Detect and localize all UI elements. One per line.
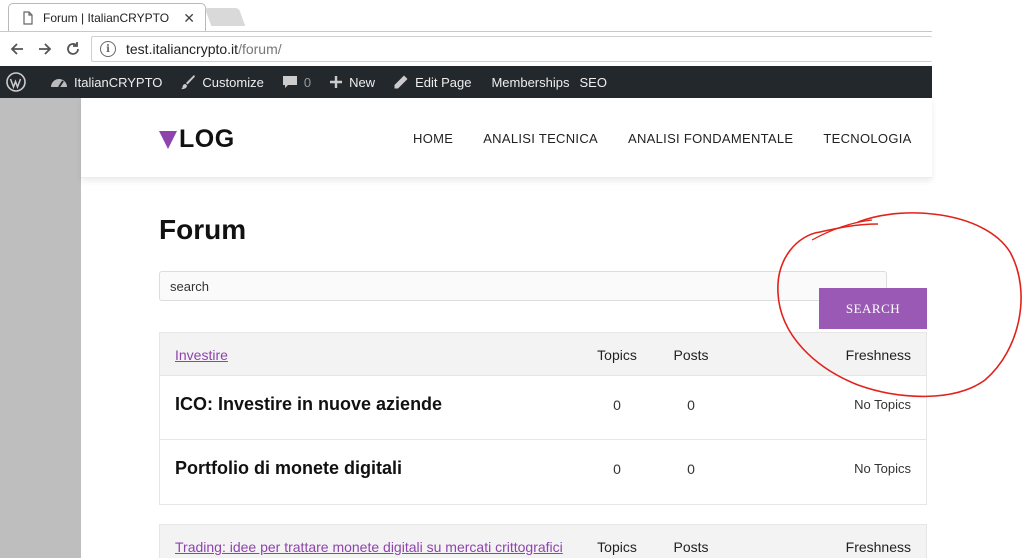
logo-text: LOG bbox=[179, 125, 235, 153]
admin-site-link[interactable]: ItalianCRYPTO bbox=[42, 66, 170, 98]
forum-row: ICO: Investire in nuove aziende 0 0 No T… bbox=[160, 376, 926, 440]
menu-item-home[interactable]: HOME bbox=[413, 131, 453, 146]
admin-site-name: ItalianCRYPTO bbox=[74, 74, 163, 90]
admin-comments-link[interactable]: 0 bbox=[274, 66, 319, 98]
menu-item-analisi-tecnica[interactable]: ANALISI TECNICA bbox=[483, 131, 598, 146]
forum-category-header: Investire Topics Posts Freshness bbox=[160, 333, 926, 376]
forum-posts-count: 0 bbox=[687, 461, 695, 477]
url-bar[interactable]: i test.italiancrypto.it/forum/ bbox=[91, 36, 932, 62]
page-gutter bbox=[0, 98, 81, 558]
logo-triangle-icon bbox=[159, 130, 177, 149]
admin-customize-link[interactable]: Customize bbox=[172, 66, 271, 98]
forum-category-link[interactable]: Investire bbox=[175, 347, 228, 363]
column-header-freshness: Freshness bbox=[845, 347, 911, 363]
admin-edit-page-link[interactable]: Edit Page bbox=[385, 66, 479, 98]
site-header: LOG HOME ANALISI TECNICA ANALISI FONDAME… bbox=[81, 98, 932, 178]
address-toolbar: i test.italiancrypto.it/forum/ bbox=[0, 32, 932, 66]
forum-topics-count: 0 bbox=[613, 461, 621, 477]
forum-category-table: Investire Topics Posts Freshness ICO: In… bbox=[159, 332, 927, 505]
column-header-posts: Posts bbox=[673, 347, 709, 363]
forum-freshness: No Topics bbox=[854, 461, 911, 476]
forum-category-header: Trading: idee per trattare monete digita… bbox=[160, 525, 926, 558]
wordpress-logo-icon[interactable] bbox=[0, 66, 42, 98]
search-button[interactable]: SEARCH bbox=[819, 288, 927, 329]
forum-posts-count: 0 bbox=[687, 397, 695, 413]
forum-title-link[interactable]: ICO: Investire in nuove aziende bbox=[175, 394, 442, 415]
admin-new-label: New bbox=[349, 74, 376, 90]
page-icon bbox=[21, 11, 35, 25]
tab-title: Forum | ItalianCRYPTO bbox=[43, 11, 170, 25]
forum-topics-count: 0 bbox=[613, 397, 621, 413]
admin-customize-label: Customize bbox=[202, 74, 264, 90]
back-icon[interactable] bbox=[6, 38, 28, 60]
forum-title-link[interactable]: Portfolio di monete digitali bbox=[175, 458, 402, 479]
forum-category-link[interactable]: Trading: idee per trattare monete digita… bbox=[175, 539, 563, 555]
column-header-freshness: Freshness bbox=[845, 539, 911, 555]
column-header-posts: Posts bbox=[673, 539, 709, 555]
menu-item-analisi-fondamentale[interactable]: ANALISI FONDAMENTALE bbox=[628, 131, 793, 146]
dashboard-icon bbox=[51, 79, 67, 88]
admin-edit-page-label: Edit Page bbox=[415, 74, 472, 90]
search-input-value: search bbox=[170, 278, 210, 294]
admin-seo-link[interactable]: SEO bbox=[577, 66, 614, 98]
browser-tabstrip: Forum | ItalianCRYPTO ✕ bbox=[0, 0, 932, 32]
admin-comments-count: 0 bbox=[303, 74, 312, 90]
close-tab-icon[interactable]: ✕ bbox=[183, 10, 195, 27]
forum-row: Portfolio di monete digitali 0 0 No Topi… bbox=[160, 440, 926, 504]
admin-seo-label: SEO bbox=[579, 74, 607, 90]
forward-icon[interactable] bbox=[34, 38, 56, 60]
forum-freshness: No Topics bbox=[854, 397, 911, 412]
admin-memberships-link[interactable]: Memberships bbox=[483, 66, 577, 98]
info-icon[interactable]: i bbox=[100, 41, 116, 57]
admin-memberships-label: Memberships bbox=[491, 74, 570, 90]
brush-icon bbox=[181, 75, 196, 90]
column-header-topics: Topics bbox=[597, 347, 637, 363]
pencil-icon bbox=[394, 75, 408, 89]
wp-admin-bar: ItalianCRYPTO Customize 0 New Edit Page … bbox=[0, 66, 932, 98]
reload-icon[interactable] bbox=[62, 38, 84, 60]
admin-new-link[interactable]: New bbox=[321, 66, 383, 98]
browser-tab[interactable]: Forum | ItalianCRYPTO ✕ bbox=[8, 3, 206, 32]
url-host: test.italiancrypto.it bbox=[126, 41, 239, 57]
comment-icon bbox=[282, 76, 297, 88]
plus-icon bbox=[330, 76, 343, 88]
new-tab-button[interactable] bbox=[204, 8, 246, 26]
main-menu: HOME ANALISI TECNICA ANALISI FONDAMENTAL… bbox=[413, 98, 912, 178]
search-input[interactable]: search bbox=[159, 271, 887, 301]
forum-category-table: Trading: idee per trattare monete digita… bbox=[159, 524, 927, 558]
site-logo[interactable]: LOG bbox=[159, 125, 235, 154]
url-path: /forum/ bbox=[238, 41, 282, 57]
page-title: Forum bbox=[159, 214, 247, 245]
column-header-topics: Topics bbox=[597, 539, 637, 555]
menu-item-tecnologia[interactable]: TECNOLOGIA bbox=[823, 131, 911, 146]
